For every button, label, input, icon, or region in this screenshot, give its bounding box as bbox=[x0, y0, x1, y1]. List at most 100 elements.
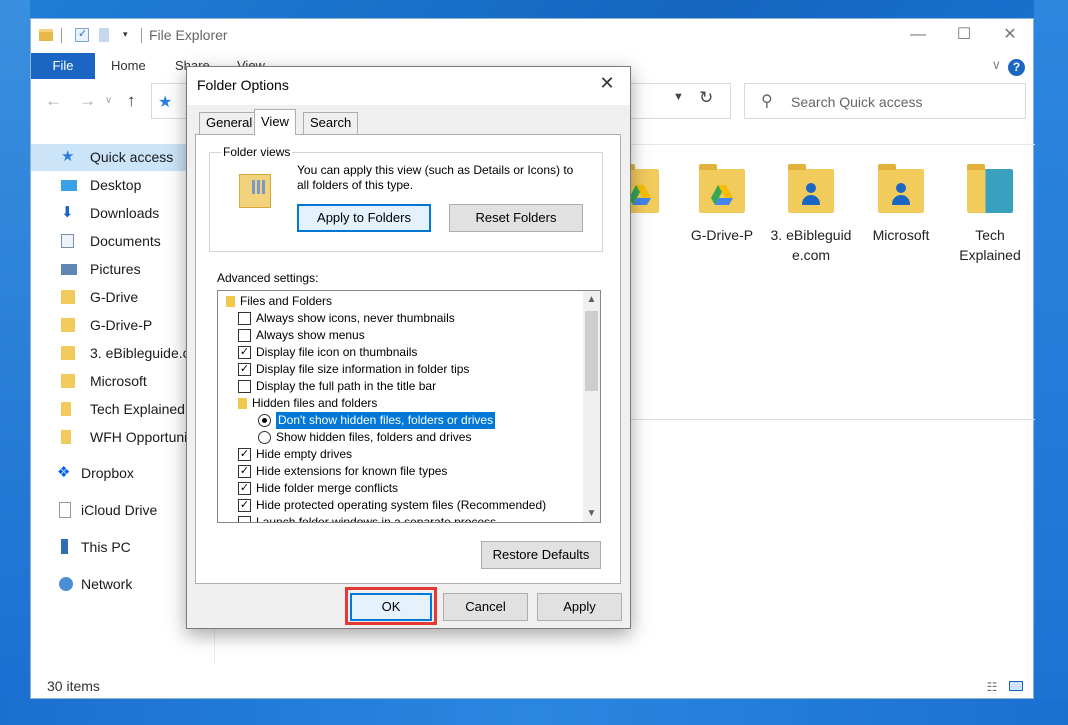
tree-checkbox-option[interactable]: Launch folder windows in a separate proc… bbox=[218, 514, 578, 522]
quick-access-star-icon: ★ bbox=[158, 94, 173, 111]
cancel-button[interactable]: Cancel bbox=[443, 593, 528, 621]
folder-tile-tech-explained[interactable]: Tech Explained bbox=[945, 164, 1035, 289]
tree-item-label: Hide empty drives bbox=[256, 447, 353, 461]
tree-item-label: Show hidden files, folders and drives bbox=[276, 430, 472, 444]
tab-home[interactable]: Home bbox=[111, 53, 146, 79]
apply-to-folders-button[interactable]: Apply to Folders bbox=[297, 204, 431, 232]
forward-arrow-icon[interactable]: → bbox=[79, 91, 96, 111]
up-arrow-icon[interactable]: ↑ bbox=[127, 91, 136, 111]
folder-label: 3. eBibleguid e.com bbox=[770, 227, 852, 263]
tree-item-label: Hidden files and folders bbox=[252, 396, 378, 410]
icloud-icon bbox=[59, 502, 71, 518]
user-folder-icon bbox=[61, 374, 75, 388]
tree-checkbox-option[interactable]: Display the full path in the title bar bbox=[218, 378, 578, 395]
new-folder-icon[interactable] bbox=[99, 28, 109, 42]
advanced-settings-label: Advanced settings: bbox=[217, 271, 319, 285]
checkbox[interactable]: ✓ bbox=[238, 448, 251, 461]
folder-tile-ebibleguide[interactable]: 3. eBibleguid e.com bbox=[766, 164, 856, 289]
explorer-titlebar: ▾ File Explorer — ☐ ✕ bbox=[31, 19, 1033, 53]
folder-icon bbox=[238, 398, 247, 409]
recent-locations-icon[interactable]: ∨ bbox=[105, 95, 112, 106]
tab-file[interactable]: File bbox=[31, 53, 95, 79]
folder-icon bbox=[967, 164, 1013, 213]
desktop-background-right bbox=[1034, 0, 1068, 725]
tab-search[interactable]: Search bbox=[303, 112, 359, 134]
checkbox[interactable] bbox=[238, 516, 251, 522]
tree-item-label: Always show icons, never thumbnails bbox=[256, 311, 455, 325]
refresh-icon[interactable]: ↻ bbox=[699, 88, 713, 108]
gdrive-folder-icon bbox=[61, 318, 75, 332]
customize-qat-icon[interactable]: ▾ bbox=[123, 29, 128, 40]
folder-views-description: You can apply this view (such as Details… bbox=[297, 163, 574, 192]
scroll-down-icon[interactable]: ▼ bbox=[583, 505, 600, 522]
apply-button[interactable]: Apply bbox=[537, 593, 622, 621]
ok-highlight-box bbox=[345, 587, 437, 625]
user-folder-icon bbox=[61, 346, 75, 360]
properties-icon[interactable] bbox=[75, 27, 89, 42]
tree-checkbox-option[interactable]: ✓ Hide folder merge conflicts bbox=[218, 480, 578, 497]
view-toggle: ☷ bbox=[987, 679, 1023, 694]
maximize-button[interactable]: ☐ bbox=[941, 19, 987, 51]
toolbar-separator bbox=[141, 28, 142, 43]
user-folder-icon bbox=[878, 164, 924, 213]
expand-ribbon-icon[interactable]: ∨ bbox=[991, 57, 1001, 73]
search-input[interactable]: ⚲ Search Quick access bbox=[744, 83, 1026, 119]
radio-button[interactable] bbox=[258, 431, 271, 444]
tree-radio-option[interactable]: Show hidden files, folders and drives bbox=[218, 429, 578, 446]
tree-checkbox-option[interactable]: ✓ Display file icon on thumbnails bbox=[218, 344, 578, 361]
folder-icon bbox=[61, 402, 71, 416]
scrollbar-thumb[interactable] bbox=[585, 311, 598, 391]
large-icons-view-icon[interactable] bbox=[1009, 681, 1023, 691]
gdrive-folder-icon bbox=[699, 164, 745, 213]
folder-tile-microsoft[interactable]: Microsoft bbox=[856, 164, 946, 289]
tree-item-label: Hide protected operating system files (R… bbox=[256, 498, 547, 512]
tree-checkbox-option[interactable]: ✓ Hide extensions for known file types bbox=[218, 463, 578, 480]
status-bar: 30 items ☷ bbox=[31, 673, 1033, 699]
address-dropdown-icon[interactable]: ▼ bbox=[673, 91, 684, 103]
user-folder-icon bbox=[788, 164, 834, 213]
desktop-icon bbox=[61, 180, 77, 191]
checkbox[interactable]: ✓ bbox=[238, 465, 251, 478]
details-view-icon[interactable]: ☷ bbox=[987, 680, 998, 694]
checkbox[interactable] bbox=[238, 312, 251, 325]
radio-button[interactable] bbox=[258, 414, 271, 427]
tree-checkbox-option[interactable]: ✓ Hide empty drives bbox=[218, 446, 578, 463]
checkbox[interactable]: ✓ bbox=[238, 346, 251, 359]
tree-checkbox-option[interactable]: Always show menus bbox=[218, 327, 578, 344]
close-button[interactable]: ✕ bbox=[987, 19, 1033, 51]
desktop-background bbox=[0, 0, 30, 725]
checkbox[interactable]: ✓ bbox=[238, 482, 251, 495]
tree-checkbox-option[interactable]: Always show icons, never thumbnails bbox=[218, 310, 578, 327]
desktop-background-bottom bbox=[0, 698, 1068, 725]
restore-defaults-button[interactable]: Restore Defaults bbox=[481, 541, 601, 569]
tab-view[interactable]: View bbox=[254, 109, 296, 135]
tree-checkbox-option[interactable]: ✓ Hide protected operating system files (… bbox=[218, 497, 578, 514]
item-count: 30 items bbox=[47, 678, 100, 694]
folder-views-legend: Folder views bbox=[221, 145, 293, 159]
checkbox[interactable] bbox=[238, 329, 251, 342]
tree-scrollbar[interactable]: ▲ ▼ bbox=[583, 291, 600, 522]
minimize-button[interactable]: — bbox=[895, 19, 941, 51]
tab-general[interactable]: General bbox=[199, 112, 260, 134]
back-arrow-icon[interactable]: ← bbox=[45, 91, 62, 111]
close-icon[interactable]: ✕ bbox=[592, 73, 622, 94]
tree-item-label: Hide extensions for known file types bbox=[256, 464, 448, 478]
folder-tile-gdrive-p[interactable]: G-Drive-P bbox=[677, 164, 767, 289]
folder-icon bbox=[39, 29, 53, 41]
tree-checkbox-option[interactable]: ✓ Display file size information in folder… bbox=[218, 361, 578, 378]
help-icon[interactable]: ? bbox=[1008, 59, 1025, 76]
checkbox[interactable] bbox=[238, 380, 251, 393]
user-icon bbox=[892, 183, 910, 209]
checkbox[interactable]: ✓ bbox=[238, 499, 251, 512]
checkbox[interactable]: ✓ bbox=[238, 363, 251, 376]
tree-item-label: Files and Folders bbox=[240, 294, 333, 308]
pc-icon bbox=[61, 539, 68, 554]
reset-folders-button[interactable]: Reset Folders bbox=[449, 204, 583, 232]
tree-group: Files and Folders bbox=[218, 293, 578, 310]
user-icon bbox=[802, 183, 820, 209]
tree-radio-option[interactable]: Don't show hidden files, folders or driv… bbox=[218, 411, 578, 430]
star-icon: ★ bbox=[61, 148, 75, 165]
advanced-settings-tree[interactable]: Files and Folders Always show icons, neve… bbox=[217, 290, 601, 523]
scroll-up-icon[interactable]: ▲ bbox=[583, 291, 600, 308]
search-icon: ⚲ bbox=[761, 93, 773, 110]
